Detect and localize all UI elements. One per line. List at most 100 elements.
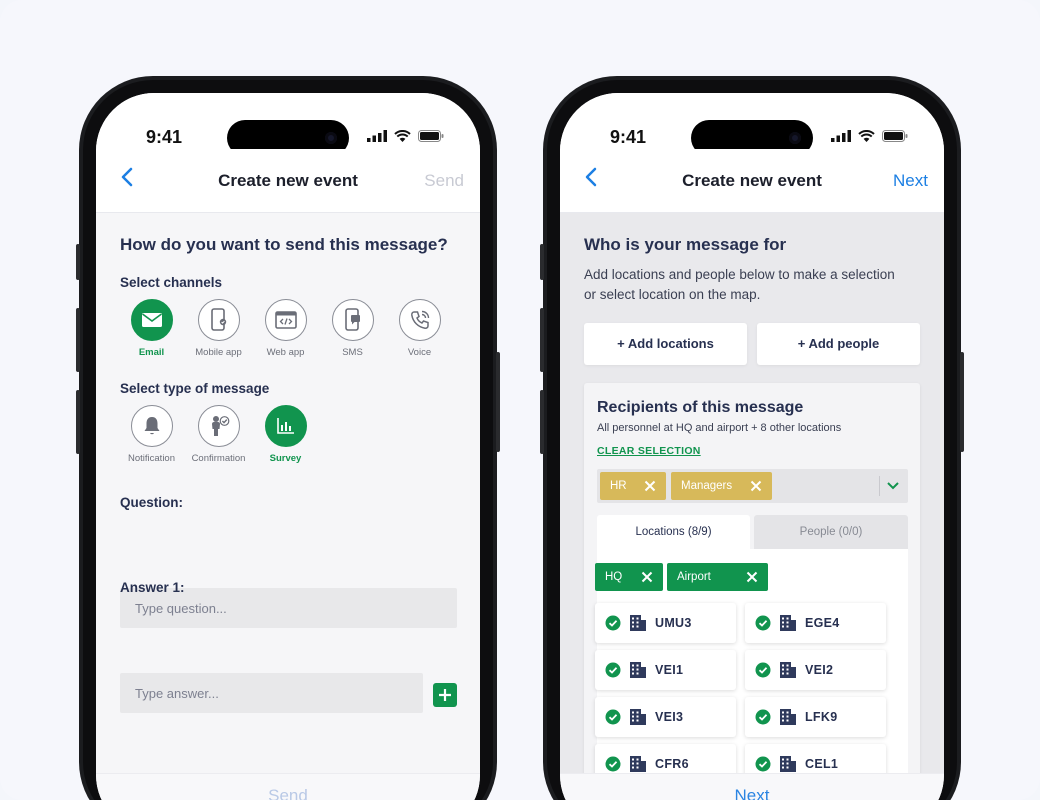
location-card[interactable]: UMU3 — [595, 603, 736, 643]
wifi-icon — [858, 130, 875, 142]
close-icon[interactable] — [749, 479, 763, 493]
status-time: 9:41 — [610, 127, 647, 147]
check-circle-icon — [755, 709, 771, 725]
channel-email[interactable]: Email — [118, 299, 185, 358]
volume-up-button — [540, 308, 544, 372]
channel-options: Email Mobile app Web app SMS Voice — [118, 299, 453, 358]
recipients-title: Recipients of this message — [597, 399, 804, 416]
answer-label: Answer 1: — [120, 580, 185, 595]
type-label: Confirmation — [191, 453, 246, 464]
check-circle-icon — [755, 756, 771, 772]
action-button — [540, 244, 544, 280]
channel-mobile-app[interactable]: Mobile app — [185, 299, 252, 358]
status-time: 9:41 — [146, 127, 183, 147]
page-title: Create new event — [218, 171, 358, 190]
building-icon — [780, 709, 796, 725]
bell-icon — [144, 417, 159, 435]
tab-people[interactable]: People (0/0) — [754, 515, 908, 549]
right-phone: 9:41 Create new event Next Who is your m… — [540, 76, 964, 800]
signal-icon — [367, 130, 387, 142]
close-icon[interactable] — [643, 479, 657, 493]
message-type-label: Select type of message — [120, 381, 270, 396]
battery-icon — [418, 130, 444, 142]
check-circle-icon — [605, 662, 621, 678]
add-locations-button[interactable]: + Add locations — [584, 323, 747, 365]
channels-label: Select channels — [120, 275, 223, 290]
location-code: EGE4 — [805, 616, 840, 630]
type-label: Survey — [269, 453, 302, 464]
building-icon — [630, 709, 646, 725]
chip-label: HR — [610, 480, 627, 492]
bottom-next-button[interactable]: Next — [560, 773, 944, 800]
channel-label: Email — [138, 347, 165, 358]
next-button[interactable]: Next — [893, 171, 928, 191]
type-notification[interactable]: Notification — [118, 405, 185, 464]
location-chip: Airport — [667, 563, 768, 591]
battery-icon — [882, 130, 908, 142]
group-chip: HR — [600, 472, 666, 500]
send-options-panel: How do you want to send this message? Se… — [96, 213, 480, 773]
send-button[interactable]: Send — [424, 171, 464, 191]
wifi-icon — [394, 130, 411, 142]
location-card[interactable]: VEI1 — [595, 650, 736, 690]
answer-input[interactable] — [120, 673, 423, 713]
question-label: Question: — [120, 495, 183, 510]
chip-label: Airport — [677, 571, 711, 583]
message-type-options: Notification Confirmation Survey — [118, 405, 319, 464]
page-title: Create new event — [682, 171, 822, 190]
type-confirmation[interactable]: Confirmation — [185, 405, 252, 464]
building-icon — [780, 615, 796, 631]
phone-icon — [410, 310, 429, 329]
building-icon — [630, 615, 646, 631]
recipients-card: Recipients of this message All personnel… — [584, 383, 920, 789]
close-icon[interactable] — [745, 570, 759, 584]
right-screen: 9:41 Create new event Next Who is your m… — [560, 93, 944, 800]
location-card[interactable]: LFK9 — [745, 697, 886, 737]
section-heading: Who is your message for — [584, 235, 787, 254]
location-code: VEI1 — [655, 663, 684, 677]
nav-bar: Create new event Send — [96, 149, 480, 213]
volume-down-button — [76, 390, 80, 454]
bottom-send-button[interactable]: Send — [96, 773, 480, 800]
location-card[interactable]: VEI3 — [595, 697, 736, 737]
check-circle-icon — [755, 662, 771, 678]
channel-label: Mobile app — [195, 347, 242, 358]
chip-label: HQ — [605, 571, 623, 583]
chip-label: Managers — [681, 480, 733, 492]
location-code: LFK9 — [805, 710, 838, 724]
location-code: CEL1 — [805, 757, 839, 771]
channel-voice[interactable]: Voice — [386, 299, 453, 358]
location-card[interactable]: EGE4 — [745, 603, 886, 643]
close-icon[interactable] — [640, 570, 654, 584]
group-chip: Managers — [671, 472, 772, 500]
channel-label: Web app — [266, 347, 305, 358]
type-survey[interactable]: Survey — [252, 405, 319, 464]
plus-icon — [439, 689, 451, 701]
check-circle-icon — [755, 615, 771, 631]
channel-label: Voice — [407, 347, 432, 358]
section-heading: How do you want to send this message? — [120, 235, 448, 254]
chevron-down-icon[interactable] — [886, 480, 900, 492]
power-button — [960, 352, 964, 452]
clear-selection-link[interactable]: CLEAR SELECTION — [597, 445, 701, 457]
building-icon — [630, 662, 646, 678]
location-code: CFR6 — [655, 757, 689, 771]
locations-panel: HQ Airport UMU3 EGE4 VEI1 VEI2 VEI3 LFK9… — [595, 549, 908, 789]
signal-icon — [831, 130, 851, 142]
check-circle-icon — [605, 615, 621, 631]
left-screen: 9:41 Create new event Send How do you wa… — [96, 93, 480, 800]
recipients-summary: All personnel at HQ and airport + 8 othe… — [597, 422, 842, 434]
location-card[interactable]: VEI2 — [745, 650, 886, 690]
type-label: Notification — [128, 453, 175, 464]
power-button — [496, 352, 500, 452]
sms-icon — [344, 308, 360, 331]
left-phone: 9:41 Create new event Send How do you wa… — [76, 76, 500, 800]
group-select[interactable]: HR Managers — [597, 469, 908, 503]
channel-web-app[interactable]: Web app — [252, 299, 319, 358]
recipients-panel: Who is your message for Add locations an… — [560, 213, 944, 789]
nav-bar: Create new event Next — [560, 149, 944, 213]
add-people-button[interactable]: + Add people — [757, 323, 920, 365]
add-answer-button[interactable] — [433, 683, 457, 707]
tab-locations[interactable]: Locations (8/9) — [597, 515, 750, 549]
channel-sms[interactable]: SMS — [319, 299, 386, 358]
